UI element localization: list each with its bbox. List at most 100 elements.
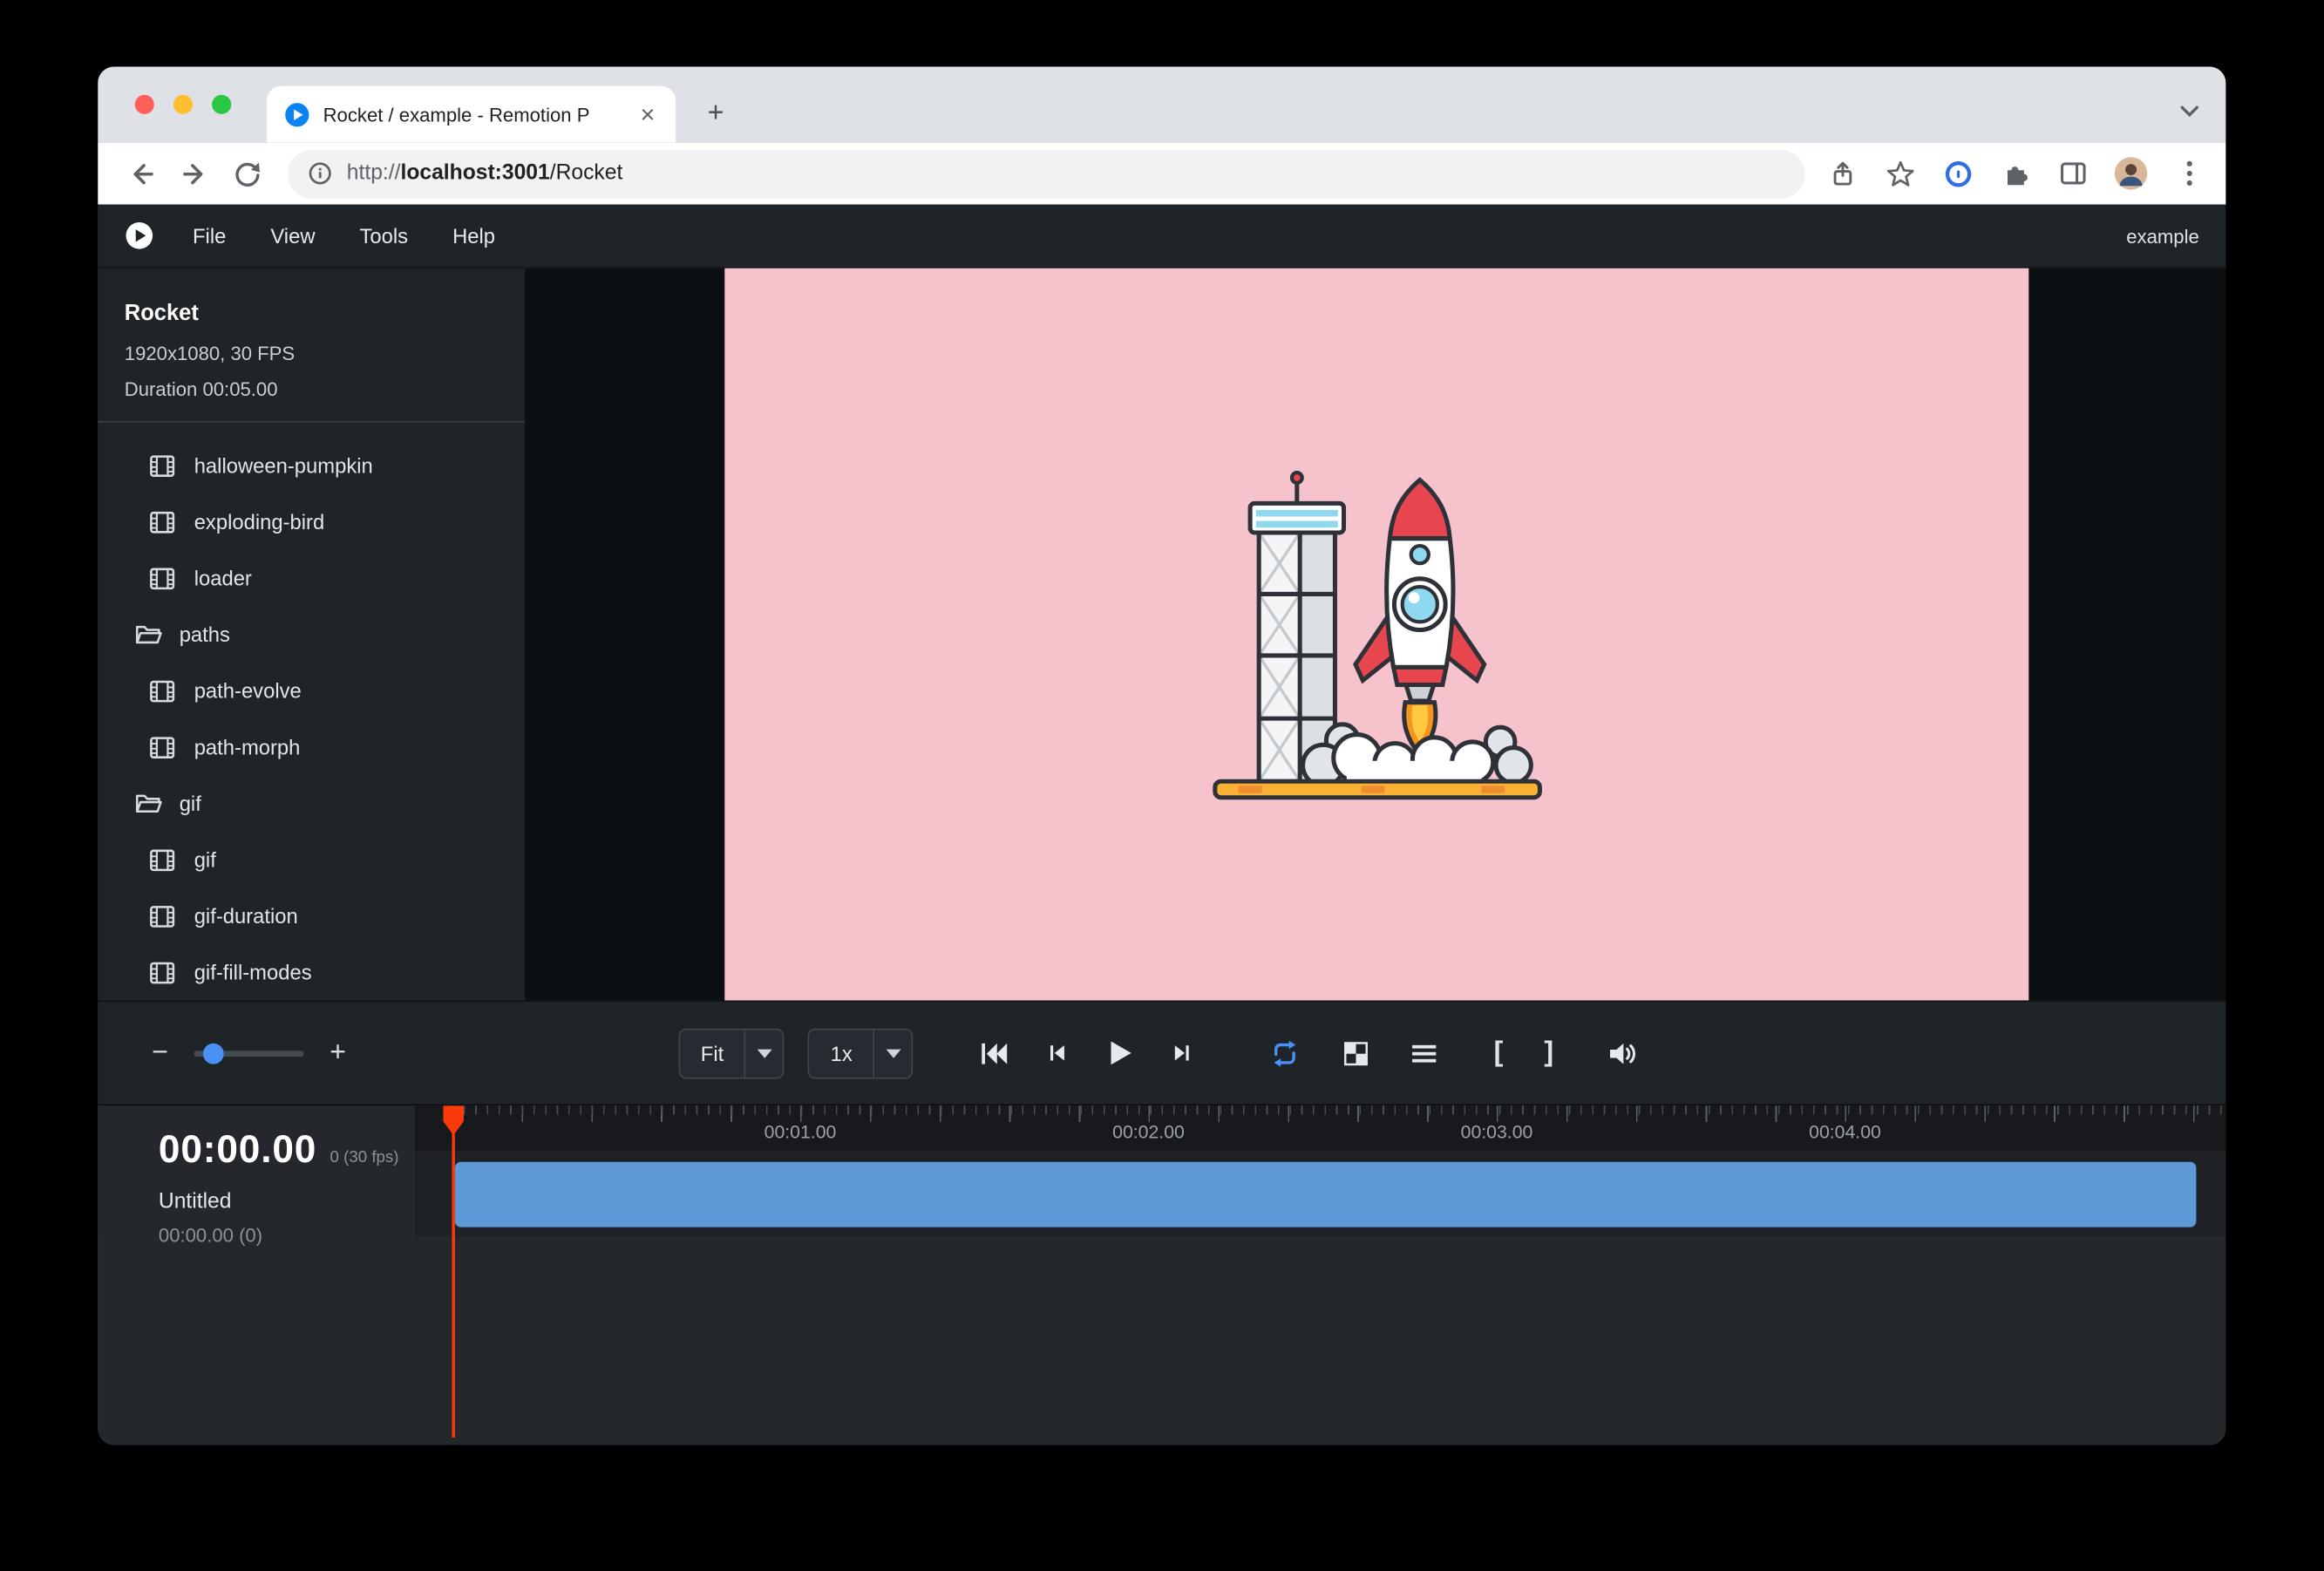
tab-search-chevron-icon[interactable] <box>2172 95 2205 127</box>
sidebar-item[interactable]: gif <box>98 832 525 888</box>
url-scheme: http:// <box>347 161 401 185</box>
sidebar-item-label: path-morph <box>194 735 301 758</box>
speed-dropdown[interactable]: 1x <box>808 1028 913 1078</box>
sidebar-item[interactable]: loader <box>98 550 525 607</box>
sidebar-item[interactable]: gif <box>98 775 525 832</box>
zoom-slider[interactable] <box>194 1043 304 1064</box>
timeline-ruler[interactable]: 00:01.00 00:02.00 00:03.00 00:04.00 <box>415 1105 2225 1150</box>
sidebar-item[interactable]: path-morph <box>98 719 525 776</box>
profile-avatar[interactable] <box>2115 157 2147 189</box>
sidebar-item[interactable]: gif-fill-modes <box>98 944 525 1001</box>
timeline-left-panel: 00:00.00 0 (30 fps) Untitled 00:00.00 (0… <box>98 1105 415 1445</box>
browser-tab[interactable]: Rocket / example - Remotion P × <box>267 86 676 143</box>
password-manager-icon[interactable] <box>1941 157 1974 189</box>
timeline-track-bar[interactable] <box>455 1162 2197 1228</box>
sidebar-item-label: gif-duration <box>194 904 298 928</box>
menu-help[interactable]: Help <box>452 224 495 248</box>
chevron-down-icon <box>744 1030 783 1077</box>
sidebar-item-label: gif-fill-modes <box>194 961 312 984</box>
close-window-button[interactable] <box>135 95 154 114</box>
traffic-lights <box>135 95 232 114</box>
toolbar-icons <box>1825 157 2205 189</box>
side-panel-icon[interactable] <box>2057 157 2090 189</box>
site-info-icon[interactable] <box>309 161 332 185</box>
ruler-ticks <box>452 1105 2226 1123</box>
sidebar-item-label: paths <box>180 622 230 646</box>
playhead-line <box>452 1105 455 1438</box>
playback-controls-bar: − + Fit 1x <box>98 1001 2225 1105</box>
browser-toolbar: http://localhost:3001/Rocket <box>98 142 2225 204</box>
remotion-favicon-icon <box>284 101 309 126</box>
composition-info: Rocket 1920x1080, 30 FPS Duration 00:05.… <box>98 269 525 400</box>
remotion-logo-icon[interactable] <box>125 221 154 250</box>
out-marker-button[interactable]: ] <box>1532 1037 1565 1069</box>
sidebar-item-label: halloween-pumpkin <box>194 453 373 477</box>
center-controls: Fit 1x <box>678 1028 1645 1078</box>
jump-to-start-button[interactable] <box>972 1030 1016 1075</box>
sidebar-item[interactable]: gif-duration <box>98 888 525 944</box>
menu-view[interactable]: View <box>270 224 315 248</box>
current-time-display: 00:00.00 <box>159 1126 316 1173</box>
in-marker-button[interactable]: [ <box>1482 1037 1514 1069</box>
track-name: Untitled <box>159 1190 415 1214</box>
fit-dropdown-label: Fit <box>680 1041 744 1064</box>
sidebar-item-label: gif <box>180 792 201 815</box>
timeline: 00:00.00 0 (30 fps) Untitled 00:00.00 (0… <box>98 1105 2225 1445</box>
sidebar-item[interactable]: paths <box>98 606 525 663</box>
preview-area <box>527 269 2226 1001</box>
address-bar[interactable]: http://localhost:3001/Rocket <box>288 149 1805 198</box>
bookmark-star-icon[interactable] <box>1884 157 1916 189</box>
film-icon <box>150 734 178 759</box>
film-icon <box>150 847 178 873</box>
composition-list: halloween-pumpkin exploding-bird <box>98 423 525 1001</box>
jump-to-end-button[interactable] <box>1159 1030 1204 1075</box>
sidebar-item[interactable]: exploding-bird <box>98 493 525 550</box>
composition-duration: Duration 00:05.00 <box>125 378 498 401</box>
compositions-sidebar: Rocket 1920x1080, 30 FPS Duration 00:05.… <box>98 269 526 1001</box>
speed-dropdown-label: 1x <box>810 1041 873 1064</box>
folder-open-icon <box>135 622 163 647</box>
desktop-background: Rocket / example - Remotion P × + <box>0 0 2324 1571</box>
transparency-checkerboard-icon[interactable] <box>1334 1030 1378 1075</box>
extensions-puzzle-icon[interactable] <box>1999 157 2031 189</box>
url-text: http://localhost:3001/Rocket <box>347 161 623 185</box>
rocket-illustration <box>1200 462 1552 806</box>
zoom-out-button[interactable]: − <box>146 1037 175 1069</box>
menu-tools[interactable]: Tools <box>360 224 409 248</box>
film-icon <box>150 566 178 591</box>
project-name-label: example <box>2126 225 2199 248</box>
sidebar-item[interactable]: path-evolve <box>98 663 525 719</box>
sidebar-item[interactable]: halloween-pumpkin <box>98 438 525 494</box>
menu-file[interactable]: File <box>193 224 226 248</box>
volume-icon[interactable] <box>1600 1030 1645 1075</box>
main-row: Rocket 1920x1080, 30 FPS Duration 00:05.… <box>98 267 2225 1001</box>
forward-button[interactable] <box>172 151 216 195</box>
fit-dropdown[interactable]: Fit <box>678 1028 785 1078</box>
ruler-label: 00:01.00 <box>764 1122 837 1143</box>
new-tab-button[interactable]: + <box>695 93 737 135</box>
back-button[interactable] <box>119 151 163 195</box>
sidebar-item-label: exploding-bird <box>194 510 325 534</box>
timeline-empty-area <box>98 1236 2225 1445</box>
sidebar-item-label: path-evolve <box>194 679 302 703</box>
browser-window: Rocket / example - Remotion P × + <box>98 67 2225 1445</box>
film-icon <box>150 678 178 704</box>
loop-toggle-icon[interactable] <box>1263 1030 1308 1075</box>
zoom-slider-knob[interactable] <box>203 1043 224 1064</box>
reload-button[interactable] <box>225 151 269 195</box>
previous-frame-button[interactable] <box>1035 1030 1079 1075</box>
share-icon[interactable] <box>1825 157 1858 189</box>
zoom-in-button[interactable]: + <box>323 1037 353 1069</box>
sidebar-item-label: loader <box>194 566 252 589</box>
folder-open-icon <box>135 791 163 816</box>
sidebar-item-label: gif <box>194 847 216 871</box>
remotion-studio: File View Tools Help example Rocket 1920… <box>98 205 2225 1445</box>
browser-menu-kebab-icon[interactable] <box>2172 157 2205 189</box>
track-time-range: 00:00.00 (0) <box>159 1224 415 1247</box>
maximize-window-button[interactable] <box>212 95 231 114</box>
minimize-window-button[interactable] <box>173 95 193 114</box>
tab-close-icon[interactable]: × <box>637 101 658 126</box>
timeline-rows-icon[interactable] <box>1402 1030 1446 1075</box>
play-button[interactable] <box>1097 1030 1141 1075</box>
film-icon <box>150 960 178 985</box>
